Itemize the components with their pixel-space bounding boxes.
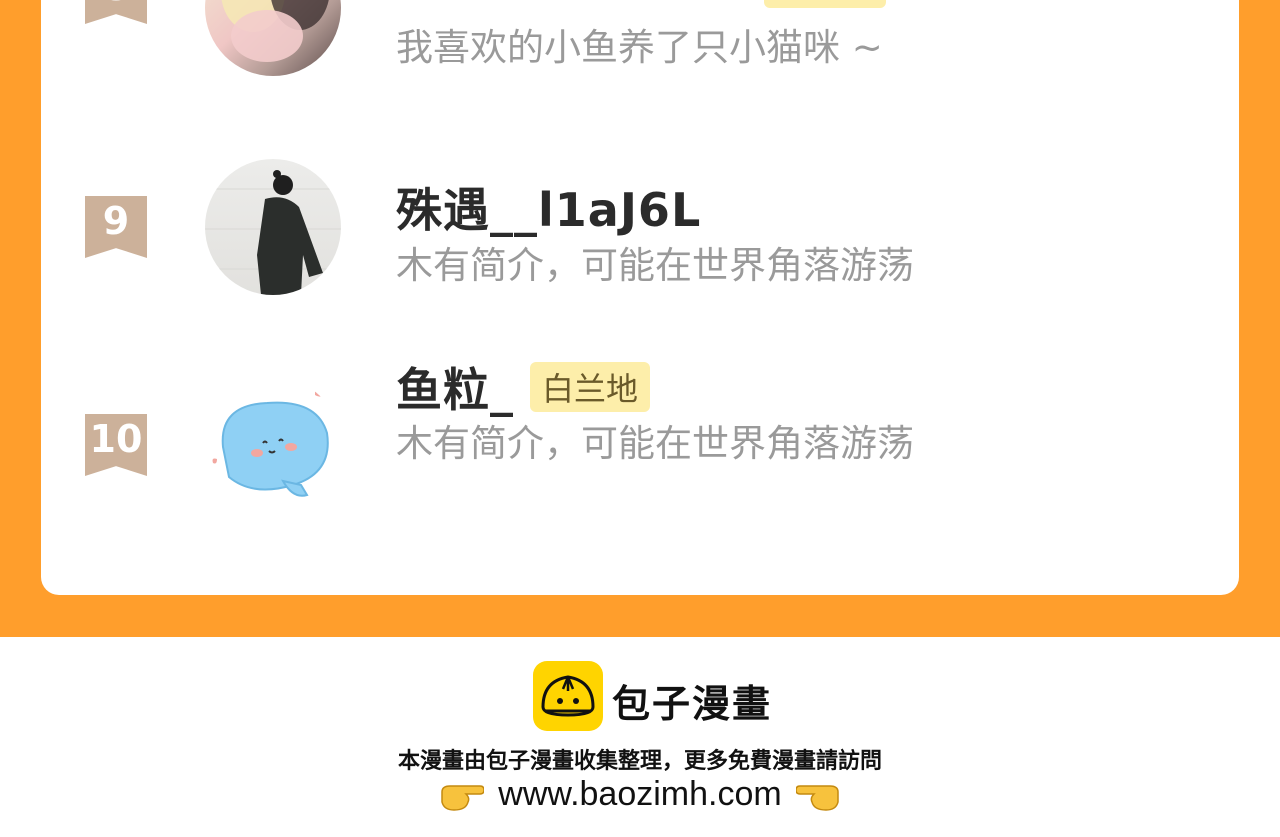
avatar-art [205,170,341,295]
brand-name: 包子漫畫 [612,682,773,726]
rank-number: 9 [102,199,130,243]
illustrated-couple-avatar[interactable] [205,0,341,76]
avatar-art [221,0,329,62]
footer-note: 本漫畫由包子漫畫收集整理，更多免費漫畫請訪問 [397,749,882,774]
rank-ribbon: 10 [85,414,147,476]
pointing-left-hand-icon [795,784,839,811]
rank-ribbon: 8 [85,0,147,24]
user-name[interactable]: 鱼粒_ [396,354,514,420]
ranking-row[interactable]: 9 殊遇__l1aJ6L 木有简介，可能在世界角落游荡 [41,140,1239,340]
baozi-icon [541,675,595,717]
user-bio: 我喜欢的小鱼养了只小猫咪 ~ [396,26,883,69]
user-bio: 木有简介，可能在世界角落游荡 [396,422,914,465]
ranking-card: 8 我喜欢的小鱼养了只小猫咪 ~ 9 [41,0,1239,595]
site-url-link[interactable]: www.baozimh.com [498,775,781,814]
rank-number: 8 [103,0,129,12]
rank-ribbon: 9 [85,196,147,258]
title-badge [764,0,886,8]
title-badge: 白兰地 [530,362,651,412]
pointing-right-hand-icon [441,784,485,811]
avatar-art [212,389,329,497]
blue-blob-avatar[interactable] [205,377,341,513]
ranking-row[interactable]: 10 鱼粒_ 白兰地 木有简介，可能在世界角落游荡 [41,358,1239,558]
baozi-logo-icon[interactable] [533,661,603,731]
rank-number: 10 [89,417,143,461]
user-bio: 木有简介，可能在世界角落游荡 [396,244,914,287]
person-photo-avatar[interactable] [205,159,341,295]
ranking-row[interactable]: 8 我喜欢的小鱼养了只小猫咪 ~ [41,0,1239,102]
user-name[interactable]: 殊遇__l1aJ6L [396,174,701,240]
site-footer: 包子漫畫 本漫畫由包子漫畫收集整理，更多免費漫畫請訪問 www.baozimh.… [0,637,1280,837]
